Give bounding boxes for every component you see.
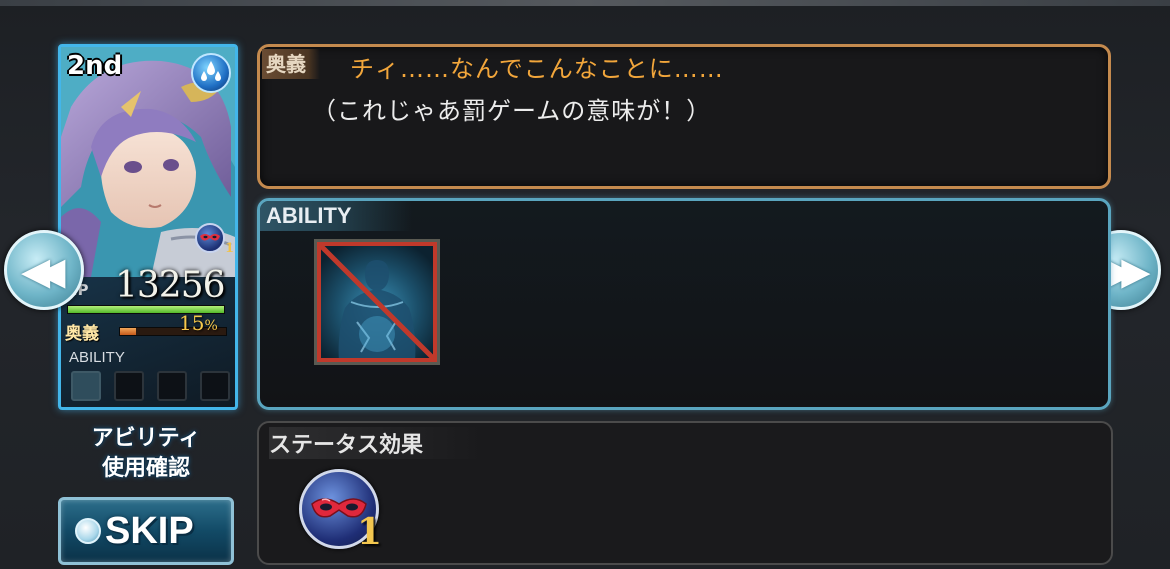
ougi-tag: 奥義 <box>262 49 320 79</box>
character-card[interactable]: 2nd 1 HP 13256 奥義 15% ABILITY <box>58 44 238 410</box>
confirm-line-2: 使用確認 <box>101 456 190 481</box>
skip-button-label: SKIP <box>105 510 194 552</box>
ougi-description: （これじゃあ罰ゲームの意味が！） <box>312 97 712 125</box>
party-order-label: 2nd <box>67 51 123 81</box>
status-effects-header: ステータス効果 <box>269 427 484 459</box>
ability-panel: ABILITY <box>257 198 1111 410</box>
ougi-name: チィ……なんでこんなことに…… <box>350 55 724 83</box>
mask-status-icon <box>195 223 225 253</box>
mask-status-count: 1 <box>225 241 235 256</box>
ougi-gauge-fill <box>120 328 136 335</box>
ougi-gauge-label: 奥義 <box>65 324 99 344</box>
status-effect-count: 1 <box>357 511 383 553</box>
previous-character-button[interactable]: ◀◀ <box>4 230 84 310</box>
sealed-body-ability-button[interactable] <box>314 239 440 365</box>
ability-use-confirm-toggle[interactable]: アビリティ 使用確認 <box>60 424 232 484</box>
ability-slot-2 <box>114 371 144 401</box>
skip-indicator-icon <box>75 518 101 544</box>
ougi-panel: 奥義 チィ……なんでこんなことに…… （これじゃあ罰ゲームの意味が！） <box>257 44 1111 189</box>
double-chevron-left-icon: ◀◀ <box>21 249 66 293</box>
hp-value: 13256 <box>115 265 226 306</box>
ougi-gauge-percent: 15% <box>179 311 218 335</box>
ability-slot-1 <box>71 371 101 401</box>
water-element-icon <box>191 53 231 93</box>
ability-slot-3 <box>157 371 187 401</box>
ability-slots <box>71 371 230 401</box>
ability-slot-4 <box>200 371 230 401</box>
confirm-line-1: アビリティ <box>91 426 201 451</box>
ability-panel-header: ABILITY <box>260 201 412 231</box>
status-effects-panel: ステータス効果 1 <box>257 421 1113 565</box>
sealed-body-icon <box>317 242 437 362</box>
card-ability-label: ABILITY <box>69 349 125 366</box>
skip-button[interactable]: SKIP <box>58 497 234 565</box>
top-frame-line <box>0 0 1170 6</box>
